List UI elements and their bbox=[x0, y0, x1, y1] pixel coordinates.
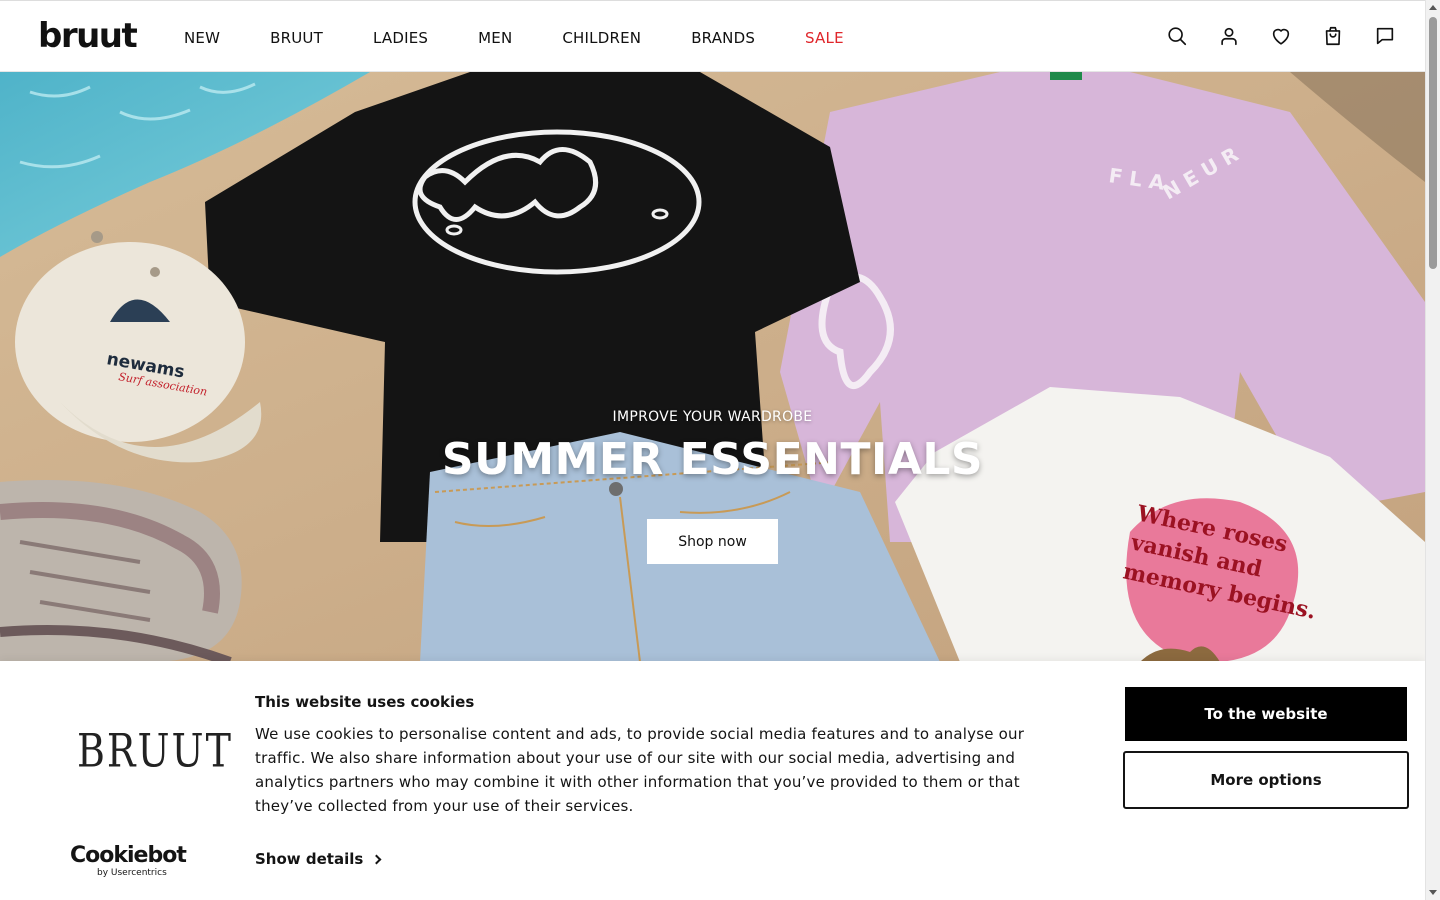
nav-item-children[interactable]: CHILDREN bbox=[562, 29, 641, 47]
wishlist-heart-icon[interactable] bbox=[1269, 24, 1293, 48]
bruut-brand-mark: BRUUT bbox=[77, 724, 233, 778]
cookie-description: We use cookies to personalise content an… bbox=[255, 725, 1025, 815]
shopping-bag-icon[interactable] bbox=[1321, 24, 1345, 48]
main-nav: NEW BRUUT LADIES MEN CHILDREN BRANDS SAL… bbox=[184, 29, 894, 47]
scroll-up-arrow-icon[interactable] bbox=[1429, 5, 1437, 10]
nav-item-new[interactable]: NEW bbox=[184, 29, 220, 47]
chat-icon[interactable] bbox=[1373, 24, 1397, 48]
show-details-link[interactable]: Show details bbox=[255, 850, 382, 868]
nav-item-sale[interactable]: SALE bbox=[805, 29, 844, 47]
cookiebot-subtitle: by Usercentrics bbox=[97, 868, 167, 878]
scrollbar-thumb[interactable] bbox=[1429, 17, 1437, 269]
scroll-down-arrow-icon[interactable] bbox=[1429, 890, 1437, 895]
bruut-logo[interactable]: bruut bbox=[38, 19, 138, 53]
nav-item-men[interactable]: MEN bbox=[478, 29, 512, 47]
search-icon[interactable] bbox=[1165, 24, 1189, 48]
nav-item-brands[interactable]: BRANDS bbox=[691, 29, 755, 47]
hero-title: SUMMER ESSENTIALS bbox=[441, 434, 984, 485]
to-the-website-button[interactable]: To the website bbox=[1125, 687, 1407, 741]
nav-item-bruut[interactable]: BRUUT bbox=[270, 29, 323, 47]
nav-item-ladies[interactable]: LADIES bbox=[373, 29, 428, 47]
page-scrollbar[interactable] bbox=[1425, 0, 1440, 900]
site-header: bruut NEW BRUUT LADIES MEN CHILDREN BRAN… bbox=[0, 0, 1425, 72]
account-icon[interactable] bbox=[1217, 24, 1241, 48]
more-options-button[interactable]: More options bbox=[1123, 751, 1409, 809]
cookie-consent-banner: BRUUT Cookiebot by Usercentrics This web… bbox=[0, 661, 1425, 900]
chevron-right-icon bbox=[371, 854, 382, 864]
cookiebot-logo[interactable]: Cookiebot by Usercentrics bbox=[70, 843, 187, 879]
hero-subtitle: IMPROVE YOUR WARDROBE bbox=[612, 409, 813, 425]
cookiebot-wordmark: Cookiebot bbox=[70, 843, 187, 868]
shop-now-button[interactable]: Shop now bbox=[647, 519, 778, 564]
show-details-label: Show details bbox=[255, 850, 364, 868]
cookie-title: This website uses cookies bbox=[255, 693, 475, 711]
header-icons bbox=[1137, 24, 1397, 48]
hero-banner[interactable]: F L A N E U R Where roses vanish and mem… bbox=[0, 72, 1425, 662]
hero-image: F L A N E U R Where roses vanish and mem… bbox=[0, 72, 1425, 662]
